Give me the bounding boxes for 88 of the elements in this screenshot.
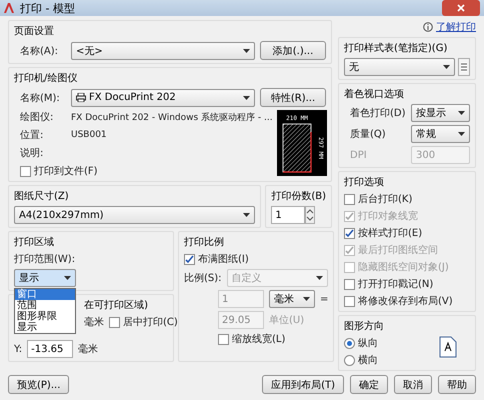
- close-button[interactable]: [442, 0, 480, 16]
- spinner-arrows-icon[interactable]: [305, 206, 316, 224]
- info-label: 绘图仪:: [20, 111, 54, 124]
- checkbox-label: 打开打印戳记(N): [358, 278, 434, 291]
- group-title: 打印区域: [14, 236, 55, 249]
- caret-icon: [243, 96, 250, 100]
- radio-label: 横向: [358, 354, 378, 367]
- help-link[interactable]: 了解打印: [436, 20, 476, 34]
- field-label: 质量(Q): [350, 128, 387, 141]
- info-icon: [423, 22, 433, 32]
- window-title: 打印 - 模型: [20, 0, 76, 16]
- checkbox[interactable]: [184, 254, 195, 264]
- page-orientation-icon: [439, 336, 457, 358]
- group-title: 打印比例: [184, 236, 225, 249]
- info-label: 说明:: [20, 147, 44, 160]
- page-setup-dropdown[interactable]: <无>: [71, 42, 255, 60]
- plot-style-dropdown[interactable]: 无: [344, 58, 455, 76]
- preview-button[interactable]: 预览(P)...: [8, 375, 70, 394]
- checkbox[interactable]: [344, 296, 355, 306]
- caret-icon: [458, 132, 465, 136]
- radio-button[interactable]: [344, 354, 355, 366]
- checkbox[interactable]: [344, 278, 355, 290]
- shade-dropdown[interactable]: 按显示: [411, 104, 470, 122]
- plot-range-dropdown[interactable]: 显示: [14, 269, 76, 287]
- checkbox-label: 后台打印(K): [358, 192, 412, 206]
- group-title: 打印份数(B): [271, 190, 326, 203]
- caret-icon: [243, 213, 250, 217]
- y-offset-input[interactable]: -13.65: [27, 340, 74, 358]
- close-icon: [457, 4, 465, 12]
- group-title: 页面设置: [14, 24, 55, 38]
- caret-icon: [243, 48, 250, 52]
- checkbox-label: 居中打印(C): [123, 316, 178, 329]
- checkbox[interactable]: [20, 166, 31, 176]
- edit-table-icon[interactable]: [458, 58, 470, 76]
- checkbox-label: 打印对象线宽: [358, 210, 418, 223]
- checkbox-label: 布满图纸(I): [198, 252, 249, 266]
- shade-dropdown[interactable]: 常规: [411, 125, 470, 143]
- caret-icon: [443, 65, 450, 69]
- group-title: 图形方向: [344, 320, 385, 333]
- equals-sign: =: [320, 294, 328, 304]
- group-title: 打印选项: [344, 176, 385, 189]
- radio-label: 纵向: [358, 337, 378, 350]
- checkbox-label: 将修改保存到布局(V): [358, 295, 453, 308]
- checkbox-label: 打印到文件(F): [34, 164, 98, 178]
- info-label: 位置:: [20, 128, 44, 142]
- checkbox[interactable]: [344, 228, 355, 238]
- app-logo-icon: [4, 3, 16, 13]
- unit-label: 毫米: [84, 316, 104, 329]
- group-title: 图纸尺寸(Z): [14, 190, 70, 203]
- radio-button[interactable]: [344, 338, 355, 348]
- unit-dropdown[interactable]: 毫米: [269, 290, 315, 308]
- checkbox-label: 隐藏图纸空间对象(J): [358, 260, 449, 274]
- unit-label: 毫米: [78, 342, 98, 356]
- group-title: 打印机/绘图仪: [14, 72, 78, 85]
- copies-input[interactable]: 1: [271, 206, 306, 224]
- add-button[interactable]: 添加(.)...: [260, 41, 326, 60]
- dialog-button[interactable]: 应用到布局(T): [262, 375, 344, 394]
- field-label: 名称(M):: [20, 92, 61, 104]
- checkbox[interactable]: [344, 194, 355, 204]
- group-title: 在可打印区域): [84, 298, 148, 312]
- checkbox-label: 缩放线宽(L): [232, 332, 286, 346]
- field-label: Y:: [14, 344, 22, 354]
- caret-icon: [458, 111, 465, 115]
- field-label: 名称(A):: [20, 44, 60, 58]
- paper-size-dropdown[interactable]: A4(210x297mm): [14, 206, 256, 224]
- dropdown-option[interactable]: 窗口: [15, 289, 75, 300]
- group-title: 着色视口选项: [344, 88, 405, 101]
- properties-button[interactable]: 特性(R)...: [260, 88, 326, 107]
- checkbox-label: 按样式打印(E): [358, 226, 422, 240]
- printer-icon: [76, 93, 86, 102]
- info-value: USB001: [71, 130, 107, 140]
- printer-dropdown[interactable]: FX DocuPrint 202: [71, 88, 255, 106]
- dialog-button[interactable]: 确定: [350, 375, 388, 394]
- group-title: 打印样式表(笔指定)(G): [344, 42, 448, 55]
- caret-icon: [303, 297, 310, 301]
- dialog-button[interactable]: 帮助: [438, 375, 476, 394]
- info-value: FX DocuPrint 202 - Windows 系统驱动程序 - ...: [71, 112, 273, 124]
- checkbox[interactable]: [218, 334, 229, 344]
- field-label: DPI: [350, 150, 368, 160]
- checkbox-label: 最后打印图纸空间: [358, 244, 438, 257]
- checkbox[interactable]: [109, 316, 120, 328]
- unit-label: 单位(U): [269, 314, 304, 327]
- caret-icon: [316, 276, 324, 280]
- field-label: 打印范围(W):: [14, 252, 76, 266]
- field-label: 着色打印(D): [350, 106, 406, 120]
- field-label: 比例(S):: [184, 272, 222, 285]
- dialog-button[interactable]: 取消: [394, 375, 432, 394]
- caret-icon: [64, 276, 71, 280]
